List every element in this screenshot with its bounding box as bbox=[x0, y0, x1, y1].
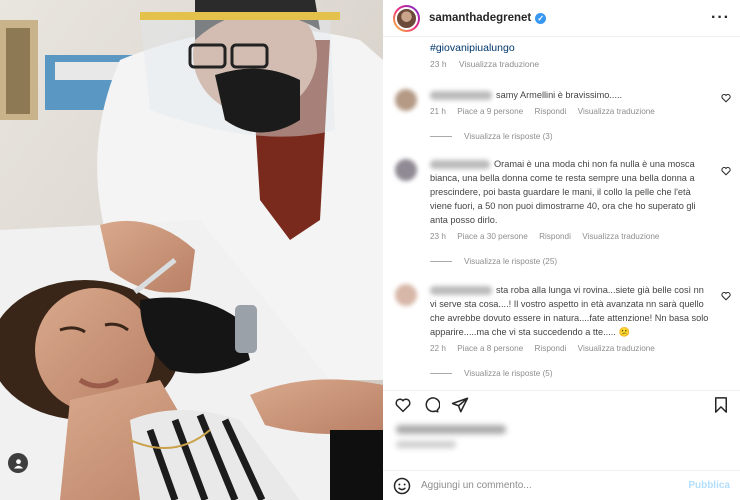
caption-hashtag[interactable]: #giovanipiualungo bbox=[430, 42, 515, 54]
comment-like-heart-icon[interactable] bbox=[721, 93, 731, 103]
user-icon bbox=[13, 458, 23, 469]
comment-1: samy Armellini è bravissimo..... bbox=[430, 88, 712, 102]
comments-list[interactable]: #giovanipiualungo 23 h Visualizza traduz… bbox=[383, 37, 740, 390]
bookmark-icon[interactable] bbox=[712, 396, 730, 414]
emoji-icon[interactable] bbox=[393, 477, 411, 495]
post-header: samanthadegrenet ✓ ··· bbox=[383, 0, 740, 37]
username-link[interactable]: samanthadegrenet bbox=[429, 12, 531, 24]
comment-3-meta: 22 h Piace a 8 persone Rispondi Visualiz… bbox=[430, 344, 655, 353]
comment-like-heart-icon[interactable] bbox=[721, 291, 731, 301]
publish-button[interactable]: Pubblica bbox=[688, 480, 730, 491]
comment-likes[interactable]: Piace a 30 persone bbox=[457, 232, 528, 241]
comment-2-meta: 23 h Piace a 30 persone Rispondi Visuali… bbox=[430, 232, 660, 241]
comment-2: Oramai è una moda chi non fa nulla è una… bbox=[430, 157, 712, 227]
caption-time: 23 h bbox=[430, 59, 447, 69]
caption-meta: 23 h Visualizza traduzione bbox=[430, 59, 549, 69]
comment-likes[interactable]: Piace a 9 persone bbox=[457, 107, 523, 116]
caption-translate-link[interactable]: Visualizza traduzione bbox=[459, 59, 539, 69]
reply-button[interactable]: Rispondi bbox=[535, 107, 567, 116]
view-replies-button[interactable]: Visualizza le risposte (25) bbox=[430, 257, 557, 266]
comment-1-text: samy Armellini è bravissimo..... bbox=[496, 90, 623, 100]
post-actions bbox=[383, 390, 740, 470]
add-comment-bar: Pubblica bbox=[383, 470, 740, 500]
post-photo-illustration bbox=[0, 0, 383, 500]
commenter-avatar[interactable] bbox=[395, 159, 417, 181]
translate-link[interactable]: Visualizza traduzione bbox=[578, 107, 655, 116]
commenter-avatar[interactable] bbox=[395, 89, 417, 111]
reply-button[interactable]: Rispondi bbox=[539, 232, 571, 241]
comment-likes[interactable]: Piace a 8 persone bbox=[457, 344, 523, 353]
post-photo[interactable] bbox=[0, 0, 383, 500]
more-options-icon[interactable]: ··· bbox=[711, 9, 730, 27]
blurred-username[interactable] bbox=[430, 286, 492, 296]
blurred-username[interactable] bbox=[430, 91, 492, 101]
comment-input[interactable] bbox=[421, 480, 671, 491]
send-icon[interactable] bbox=[451, 396, 469, 414]
avatar[interactable] bbox=[393, 4, 420, 32]
translate-link[interactable]: Visualizza traduzione bbox=[582, 232, 659, 241]
commenter-avatar[interactable] bbox=[395, 284, 417, 306]
likes-count-blurred[interactable] bbox=[396, 425, 506, 434]
post-date-blurred bbox=[396, 441, 456, 448]
tag-people-button[interactable] bbox=[8, 453, 28, 473]
verified-badge-icon: ✓ bbox=[535, 12, 547, 24]
view-replies-button[interactable]: Visualizza le risposte (3) bbox=[430, 132, 553, 141]
comment-like-heart-icon[interactable] bbox=[721, 166, 731, 176]
comment-icon[interactable] bbox=[422, 396, 440, 414]
translate-link[interactable]: Visualizza traduzione bbox=[578, 344, 655, 353]
heart-icon[interactable] bbox=[394, 396, 412, 414]
comment-1-meta: 21 h Piace a 9 persone Rispondi Visualiz… bbox=[430, 107, 655, 116]
view-replies-button[interactable]: Visualizza le risposte (5) bbox=[430, 369, 553, 378]
reply-button[interactable]: Rispondi bbox=[535, 344, 567, 353]
instagram-post-modal: samanthadegrenet ✓ ··· #giovanipiualungo… bbox=[0, 0, 740, 500]
comment-3: sta roba alla lunga vi rovina...siete gi… bbox=[430, 283, 712, 339]
blurred-username[interactable] bbox=[430, 160, 490, 170]
post-side-panel: samanthadegrenet ✓ ··· #giovanipiualungo… bbox=[383, 0, 740, 500]
